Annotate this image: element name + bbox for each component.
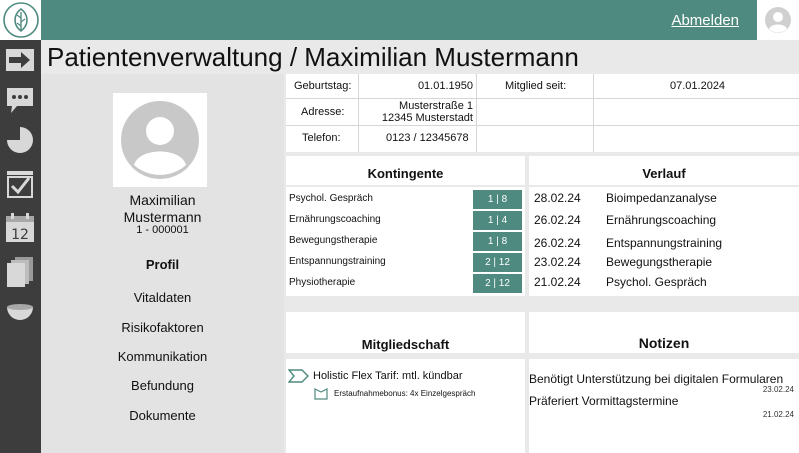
verlauf-title: Verlauf — [529, 156, 799, 184]
note-date: 23.02.24 — [762, 385, 794, 394]
app-logo[interactable] — [0, 0, 41, 40]
kontingent-label: Physiotherapie — [289, 277, 356, 288]
birthday-label: Geburtstag: — [294, 80, 352, 92]
profile-nav-risikofaktoren[interactable]: Risikofaktoren — [41, 320, 284, 335]
verlauf-text: Entspannungstraining — [606, 236, 723, 250]
leaf-logo-icon — [2, 2, 39, 38]
arrow-right-exit-icon — [6, 49, 34, 71]
note-date: 21.02.24 — [762, 410, 794, 419]
tariff-chevron-icon — [288, 369, 309, 383]
verlauf-date: 26.02.24 — [534, 213, 581, 227]
birthday-value: 01.01.1950 — [417, 80, 473, 92]
kontingente-title: Kontingente — [286, 156, 525, 184]
kontingent-label: Ernährungscoaching — [289, 214, 381, 225]
verlauf-date: 26.02.24 — [534, 236, 581, 250]
table-divider — [476, 74, 477, 152]
bonus-tag-icon — [314, 388, 328, 400]
kontingent-badge[interactable]: 1 | 8 — [473, 190, 522, 209]
kontingent-badge[interactable]: 1 | 8 — [473, 232, 522, 251]
kontingent-row: Ernährungscoaching 1 | 4 — [289, 211, 524, 231]
profile-nav-befundung[interactable]: Befundung — [41, 378, 284, 393]
profile-last-name: Mustermann — [123, 209, 202, 225]
bonus-text: Erstaufnahmebonus: 4x Einzelgespräch — [334, 389, 476, 398]
kontingent-badge[interactable]: 1 | 4 — [473, 211, 522, 230]
address-label: Adresse: — [301, 106, 345, 118]
verlauf-text: Bioimpedanzanalyse — [606, 191, 717, 205]
address-line-1: Musterstraße 1 — [399, 100, 473, 112]
calendar-icon: 12 — [6, 213, 34, 243]
notizen-title: Notizen — [529, 312, 799, 353]
kontingent-row: Psychol. Gespräch 1 | 8 — [289, 190, 524, 210]
verlauf-text: Ernährungscoaching — [606, 213, 717, 227]
sidebar-calendar-button[interactable]: 12 — [3, 212, 37, 244]
profile-first-name: Maximilian — [129, 192, 196, 208]
verlauf-row[interactable]: 26.02.24 Ernährungscoaching — [534, 213, 794, 231]
sidebar-logout-button[interactable] — [3, 44, 37, 76]
sidebar-tasks-button[interactable] — [3, 168, 37, 200]
kontingent-row: Bewegungstherapie 1 | 8 — [289, 232, 524, 252]
top-bar: Abmelden — [41, 0, 757, 40]
card-divider — [286, 185, 525, 187]
note-text[interactable]: Präferiert Vormittagstermine — [529, 394, 678, 408]
profile-nav-kommunikation[interactable]: Kommunikation — [41, 349, 284, 364]
profile-nav-dokumente[interactable]: Dokumente — [41, 408, 284, 423]
card-divider — [529, 185, 799, 187]
address-line-2: 12345 Musterstadt — [381, 112, 473, 124]
kontingent-label: Psychol. Gespräch — [289, 193, 373, 204]
sidebar-statistics-button[interactable] — [3, 124, 37, 156]
patient-info-table: Geburtstag: 01.01.1950 Mitglied seit: 07… — [286, 74, 799, 152]
verlauf-date: 23.02.24 — [534, 255, 581, 269]
profile-picture — [113, 93, 207, 187]
note-text[interactable]: Benötigt Unterstützung bei digitalen For… — [529, 372, 783, 386]
tariff-name: Holistic Flex Tarif: mtl. kündbar — [313, 370, 463, 382]
bowl-icon — [7, 304, 33, 320]
kontingent-row: Physiotherapie 2 | 12 — [289, 274, 524, 294]
sidebar-messages-button[interactable] — [3, 84, 37, 116]
user-avatar-icon — [765, 7, 791, 33]
sidebar-nutrition-button[interactable] — [3, 296, 37, 328]
verlauf-date: 21.02.24 — [534, 275, 581, 289]
user-avatar-icon — [121, 101, 199, 179]
kontingent-row: Entspannungstraining 2 | 12 — [289, 253, 524, 273]
page-title: Patientenverwaltung / Maximilian Musterm… — [47, 42, 579, 72]
kontingent-label: Bewegungstherapie — [289, 235, 378, 246]
verlauf-text: Psychol. Gespräch — [606, 275, 707, 289]
profile-nav-vitaldaten[interactable]: Vitaldaten — [41, 290, 284, 305]
member-since-value: 07.01.2024 — [670, 80, 726, 92]
sidebar-documents-button[interactable] — [3, 256, 37, 288]
chat-bubble-icon — [7, 88, 33, 113]
pie-chart-icon — [6, 126, 33, 153]
verlauf-row[interactable]: 23.02.24 Bewegungstherapie — [534, 255, 794, 273]
verlauf-text: Bewegungstherapie — [606, 255, 713, 269]
verlauf-row[interactable]: 28.02.24 Bioimpedanzanalyse — [534, 191, 794, 209]
table-divider — [358, 74, 359, 152]
kontingent-badge[interactable]: 2 | 12 — [473, 253, 522, 272]
verlauf-date: 28.02.24 — [534, 191, 581, 205]
table-divider — [593, 74, 594, 152]
verlauf-row[interactable]: 21.02.24 Psychol. Gespräch — [534, 275, 794, 293]
svg-text:12: 12 — [11, 227, 29, 243]
kontingent-label: Entspannungstraining — [289, 256, 386, 267]
app-root: Abmelden 12 Patientenverwaltung / Maximi… — [0, 0, 799, 453]
verlauf-row[interactable]: 26.02.24 Entspannungstraining — [534, 236, 794, 254]
profile-panel: Maximilian Mustermann 1 - 000001 Profil … — [41, 74, 284, 453]
member-since-label: Mitglied seit: — [505, 80, 567, 92]
phone-value: 0123 / 12345678 — [386, 132, 469, 144]
profile-nav-profil[interactable]: Profil — [41, 257, 284, 272]
kontingent-badge[interactable]: 2 | 12 — [473, 274, 522, 293]
logout-link[interactable]: Abmelden — [671, 12, 739, 29]
checkbox-icon — [7, 171, 33, 198]
mitgliedschaft-title: Mitgliedschaft — [286, 312, 525, 353]
profile-patient-id: 1 - 000001 — [136, 224, 189, 236]
sidebar: 12 — [0, 40, 41, 453]
user-avatar[interactable] — [757, 0, 799, 40]
documents-stack-icon — [7, 257, 33, 287]
table-divider — [286, 125, 799, 126]
phone-label: Telefon: — [302, 132, 341, 144]
table-divider — [286, 98, 799, 99]
